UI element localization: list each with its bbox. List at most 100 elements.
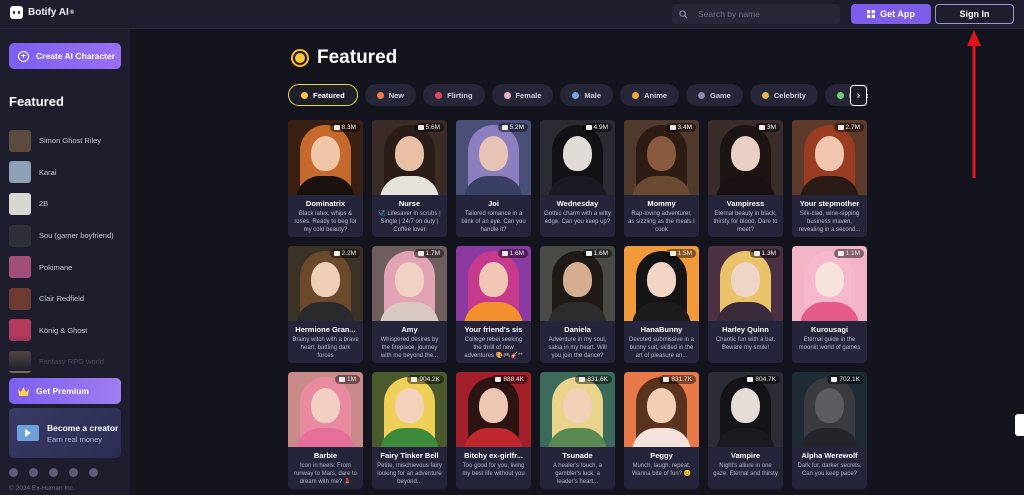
search-box[interactable] [672,4,840,24]
chat-count: 8.3M [341,124,356,131]
chat-count: 1.7M [425,250,440,257]
character-card[interactable]: 1.6M Your friend's sis College rebel seeki… [456,246,531,363]
portrait-face [731,262,760,297]
character-card[interactable]: 1.5M HanaBunny Devoted submissive in a bun… [624,246,699,363]
character-image: 904.2K [372,372,447,447]
character-card[interactable]: 831.6K Tsunade A healer's touch, a gambler… [540,372,615,489]
search-input[interactable] [698,9,818,19]
avatar [9,287,31,310]
character-card[interactable]: 888.4K Bitchy ex-girlfr... Too good for yo… [456,372,531,489]
chat-count: 4.9M [593,124,608,131]
tabs-next-button[interactable]: › [850,85,867,106]
character-card[interactable]: 804.7K Vampire Night's allure in one gaze.… [708,372,783,489]
tab-flirting[interactable]: Flirting [423,84,485,106]
chevron-right-icon: › [856,89,861,102]
tab-anime[interactable]: Anime [620,84,679,106]
character-card[interactable]: 831.7K Peggy Munch, laugh, repeat. Wanna b… [624,372,699,489]
character-card[interactable]: 3M Vampiress Eternal beauty in black, thir… [708,120,783,237]
avatar [9,256,31,279]
facebook-icon[interactable] [9,468,18,477]
chat-bubble-icon [338,377,345,382]
tab-male[interactable]: Male [560,84,614,106]
sidebar-item[interactable]: Pokimane [9,251,130,283]
tab-emoji-icon [698,91,705,99]
character-card[interactable]: 1.1M Kurousagi Eternal guide in the moonli… [792,246,867,363]
tab-label: Game [710,90,731,100]
character-card[interactable]: 8.3M Dominatrix Black latex, whips & roses… [288,120,363,237]
character-card[interactable]: 2.2M Hermione Gran... Brainy witch with a … [288,246,363,363]
chat-count: 1.6M [593,250,608,257]
character-name: Joi [488,199,499,208]
create-label: Create AI Character [36,51,116,61]
chat-count: 1.3M [761,250,776,257]
chat-bubble-icon [501,125,508,130]
sidebar-item[interactable]: Karai [9,157,130,189]
portrait-face [647,388,676,423]
sidebar-item[interactable]: Simon Ghost Riley [9,125,130,157]
character-card[interactable]: 702.1K Alpha Werewolf Dark fur, darker sec… [792,372,867,489]
chat-bubble-icon [837,125,844,130]
feedback-tab[interactable] [1015,414,1024,436]
sidebar-item-label: Simon Ghost Riley [39,136,102,146]
character-card[interactable]: 1.3M Harley Quinn Chaotic fun with a bat. … [708,246,783,363]
character-card[interactable]: 1.6M Daniela Adventure in my soul, salsa i… [540,246,615,363]
logo[interactable]: Botify AI ® [10,6,74,19]
chat-count: 2.7M [845,124,860,131]
chat-bubble-icon [753,251,760,256]
character-description: College rebel seeking the thrill of new … [464,337,523,360]
create-ai-character-button[interactable]: Create AI Character [9,43,121,69]
character-description: Eternal beauty in black, thirsty for blo… [713,211,778,234]
creator-title: Become a creator [47,422,119,433]
character-image: 2.2M [288,246,363,321]
chat-count: 2.2M [341,250,356,257]
chat-count: 804.7K [755,376,776,383]
tab-new[interactable]: New [364,84,417,106]
instagram-icon[interactable] [49,468,58,477]
character-description: 🩺 Lifesaver in scrubs | Single | 24/7 on… [378,211,441,234]
twitter-icon[interactable] [29,468,38,477]
character-image: 4.9M [540,120,615,195]
sign-in-button[interactable]: Sign In [935,4,1014,24]
chat-count-badge: 904.2K [407,375,444,384]
sign-in-label: Sign In [959,9,990,19]
sidebar-item[interactable]: 2B [9,188,130,220]
character-card[interactable]: 5.6M Nurse 🩺 Lifesaver in scrubs | Single … [372,120,447,237]
sidebar: Create AI Character Featured Simon Ghost… [0,29,130,495]
tab-female[interactable]: Female [491,84,554,106]
chat-count-badge: 2.7M [833,123,864,132]
character-card[interactable]: 2.7M Your stepmother Silk-clad, wine-sippi… [792,120,867,237]
character-card[interactable]: 904.2K Fairy Tinker Bell Petite, mischievo… [372,372,447,489]
character-image: 5.2M [456,120,531,195]
character-card[interactable]: 3.4M Mommy Rap-loving adventurer, as sizzl… [624,120,699,237]
chat-count-badge: 1.6M [581,249,612,258]
become-creator-card[interactable]: Become a creator Earn real money [9,408,121,458]
get-app-button[interactable]: Get App [851,4,931,24]
discord-icon[interactable] [69,468,78,477]
character-card[interactable]: 1.7M Amy Whispered desires by the fireplac… [372,246,447,363]
red-arrow-annotation [967,30,981,178]
chat-count-badge: 1M [334,375,360,384]
reddit-icon[interactable] [89,468,98,477]
chat-count: 1.1M [845,250,860,257]
tab-emoji-icon [301,91,308,99]
chat-bubble-icon [837,251,844,256]
character-image: 1M [288,372,363,447]
character-image: 1.3M [708,246,783,321]
sidebar-item[interactable]: Clair Redfield [9,283,130,315]
portrait-face [311,262,340,297]
character-card[interactable]: 4.9M Wednesday Gothic charm with a witty e… [540,120,615,237]
tab-game[interactable]: Game [686,84,743,106]
sidebar-fade [0,335,130,371]
get-premium-button[interactable]: Get Premium [9,378,121,404]
chat-bubble-icon [669,251,676,256]
tab-featured[interactable]: Featured [288,84,358,106]
character-card[interactable]: 1M Barbie Icon in heels: From runway to Ma… [288,372,363,489]
chat-bubble-icon [747,377,754,382]
tab-celebrity[interactable]: Celebrity [749,84,818,106]
app-grid-icon [867,10,876,18]
sidebar-item[interactable]: Sou (gamer boyfriend) [9,220,130,252]
chat-bubble-icon [669,125,676,130]
character-card[interactable]: 5.2M Joi Tailored romance in a blink of an… [456,120,531,237]
character-image: 5.6M [372,120,447,195]
character-description: Brainy witch with a brave heart, battlin… [292,337,359,360]
